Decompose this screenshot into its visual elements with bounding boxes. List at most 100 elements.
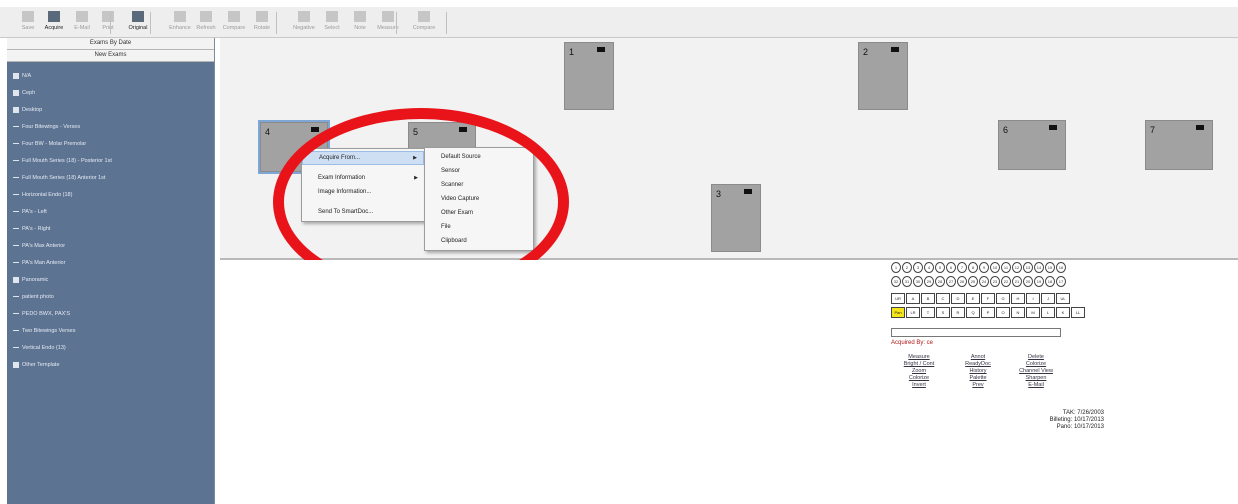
sidebar-item[interactable]: Other Template (7, 357, 214, 374)
tool-link[interactable]: Bright / Cont (896, 361, 942, 368)
sidebar-item[interactable]: PA's Man Anterior (7, 255, 214, 272)
menu-item-image-information[interactable]: Image Information... (302, 185, 424, 199)
tooth-button[interactable]: 14 (1034, 262, 1044, 273)
tooth-button[interactable]: 30 (913, 276, 923, 287)
tooth-button[interactable]: 24 (979, 276, 989, 287)
quadrant-button[interactable]: B (921, 293, 935, 304)
quadrant-button[interactable]: UL (1056, 293, 1070, 304)
sidebar-item[interactable]: PA's - Right (7, 221, 214, 238)
submenu-item[interactable]: Scanner (425, 178, 533, 192)
sidebar-item[interactable]: patient photo (7, 289, 214, 306)
submenu-item[interactable]: File (425, 220, 533, 234)
tooth-button[interactable]: 10 (990, 262, 1000, 273)
tooth-button[interactable]: 15 (1045, 262, 1055, 273)
toolbar-button-note[interactable]: Note (346, 9, 374, 35)
quadrant-button[interactable]: LL (1071, 307, 1085, 318)
sidebar-item[interactable]: Full Mouth Series (18) - Posterior 1st (7, 153, 214, 170)
notes-field[interactable] (891, 328, 1061, 337)
tool-link[interactable]: Prev (958, 382, 998, 389)
tooth-button[interactable]: 9 (979, 262, 989, 273)
tooth-button[interactable]: 8 (968, 262, 978, 273)
tooth-button[interactable]: 12 (1012, 262, 1022, 273)
tooth-button[interactable]: 3 (913, 262, 923, 273)
tooth-button[interactable]: 11 (1001, 262, 1011, 273)
quadrant-button[interactable]: F (981, 293, 995, 304)
quadrant-button[interactable]: O (996, 307, 1010, 318)
toolbar-button-compare[interactable]: Compare (220, 9, 248, 35)
toolbar-button-refresh[interactable]: Refresh (192, 9, 220, 35)
submenu-item[interactable]: Clipboard (425, 234, 533, 248)
tooth-button[interactable]: 28 (935, 276, 945, 287)
toolbar-button-print[interactable]: Print (94, 9, 122, 35)
tool-link[interactable]: Invert (896, 382, 942, 389)
quadrant-button[interactable]: LR (906, 307, 920, 318)
tooth-button[interactable]: 26 (957, 276, 967, 287)
quadrant-button[interactable]: C (936, 293, 950, 304)
sidebar-item[interactable]: PA's - Left (7, 204, 214, 221)
tooth-button[interactable]: 20 (1023, 276, 1033, 287)
tooth-button[interactable]: 2 (902, 262, 912, 273)
quadrant-button[interactable]: N (1011, 307, 1025, 318)
toolbar-button-negative[interactable]: Negative (290, 9, 318, 35)
tool-link[interactable]: History (958, 368, 998, 375)
sidebar-item[interactable]: Desktop (7, 102, 214, 119)
sidebar-item[interactable]: Panoramic (7, 272, 214, 289)
tool-link[interactable]: ReadyDoc (958, 361, 998, 368)
tool-link[interactable]: Delete (1014, 354, 1058, 361)
tooth-button[interactable]: 16 (1056, 262, 1066, 273)
quadrant-button[interactable]: J (1041, 293, 1055, 304)
tool-link[interactable]: Measure (896, 354, 942, 361)
toolbar-button-acquire[interactable]: Acquire (40, 9, 68, 35)
sidebar-item[interactable]: Four BW - Molar Premolar (7, 136, 214, 153)
tool-link[interactable]: Colorize (896, 375, 942, 382)
tool-link[interactable]: Zoom (896, 368, 942, 375)
tooth-button[interactable]: 22 (1001, 276, 1011, 287)
toolbar-button-enhance[interactable]: Enhance (166, 9, 194, 35)
menu-item-exam-information[interactable]: Exam Information ▶ (302, 171, 424, 185)
tooth-button[interactable]: 29 (924, 276, 934, 287)
tooth-button[interactable]: 23 (990, 276, 1000, 287)
quadrant-button[interactable]: I (1026, 293, 1040, 304)
sidebar-item[interactable]: Vertical Endo (13) (7, 340, 214, 357)
quadrant-button[interactable]: T (921, 307, 935, 318)
tool-link[interactable]: Annot (958, 354, 998, 361)
submenu-item[interactable]: Sensor (425, 164, 533, 178)
image-slot-7[interactable]: 7 (1145, 120, 1213, 170)
image-slot-1[interactable]: 1 (564, 42, 614, 110)
toolbar-button-compare[interactable]: Compare (410, 9, 438, 35)
tool-link[interactable]: Channel View (1014, 368, 1058, 375)
toolbar-button-original[interactable]: Original (124, 9, 152, 35)
quadrant-button[interactable]: R (951, 307, 965, 318)
quadrant-button[interactable]: A (906, 293, 920, 304)
tooth-button[interactable]: 6 (946, 262, 956, 273)
sidebar-item[interactable]: Ceph (7, 85, 214, 102)
image-slot-6[interactable]: 6 (998, 120, 1066, 170)
tooth-button[interactable]: 5 (935, 262, 945, 273)
quadrant-button[interactable]: E (966, 293, 980, 304)
sidebar-item[interactable]: Two Bitewings Verses (7, 323, 214, 340)
quadrant-button[interactable]: L (1041, 307, 1055, 318)
quadrant-button[interactable]: Pan (891, 307, 905, 318)
menu-item-send-to-smartdoc[interactable]: Send To SmartDoc... (302, 205, 424, 219)
tooth-button[interactable]: 4 (924, 262, 934, 273)
tooth-button[interactable]: 19 (1034, 276, 1044, 287)
toolbar-button-measure[interactable]: Measure (374, 9, 402, 35)
submenu-item[interactable]: Default Source (425, 150, 533, 164)
toolbar-button-save[interactable]: Save (14, 9, 42, 35)
tooth-button[interactable]: 32 (891, 276, 901, 287)
sidebar-item[interactable]: PA's Max Anterior (7, 238, 214, 255)
submenu-item[interactable]: Video Capture (425, 192, 533, 206)
quadrant-button[interactable]: Q (966, 307, 980, 318)
quadrant-button[interactable]: H (1011, 293, 1025, 304)
tool-link[interactable]: Sharpen (1014, 375, 1058, 382)
image-slot-3[interactable]: 3 (711, 184, 761, 252)
sidebar-item[interactable]: Horizontal Endo (18) (7, 187, 214, 204)
submenu-item[interactable]: Other Exam (425, 206, 533, 220)
tooth-button[interactable]: 7 (957, 262, 967, 273)
quadrant-button[interactable]: P (981, 307, 995, 318)
image-slot-2[interactable]: 2 (858, 42, 908, 110)
tooth-button[interactable]: 18 (1045, 276, 1055, 287)
sidebar-item[interactable]: PEDO BWX, PAX'S (7, 306, 214, 323)
toolbar-button-select[interactable]: Select (318, 9, 346, 35)
sidebar-item[interactable]: N/A (7, 68, 214, 85)
